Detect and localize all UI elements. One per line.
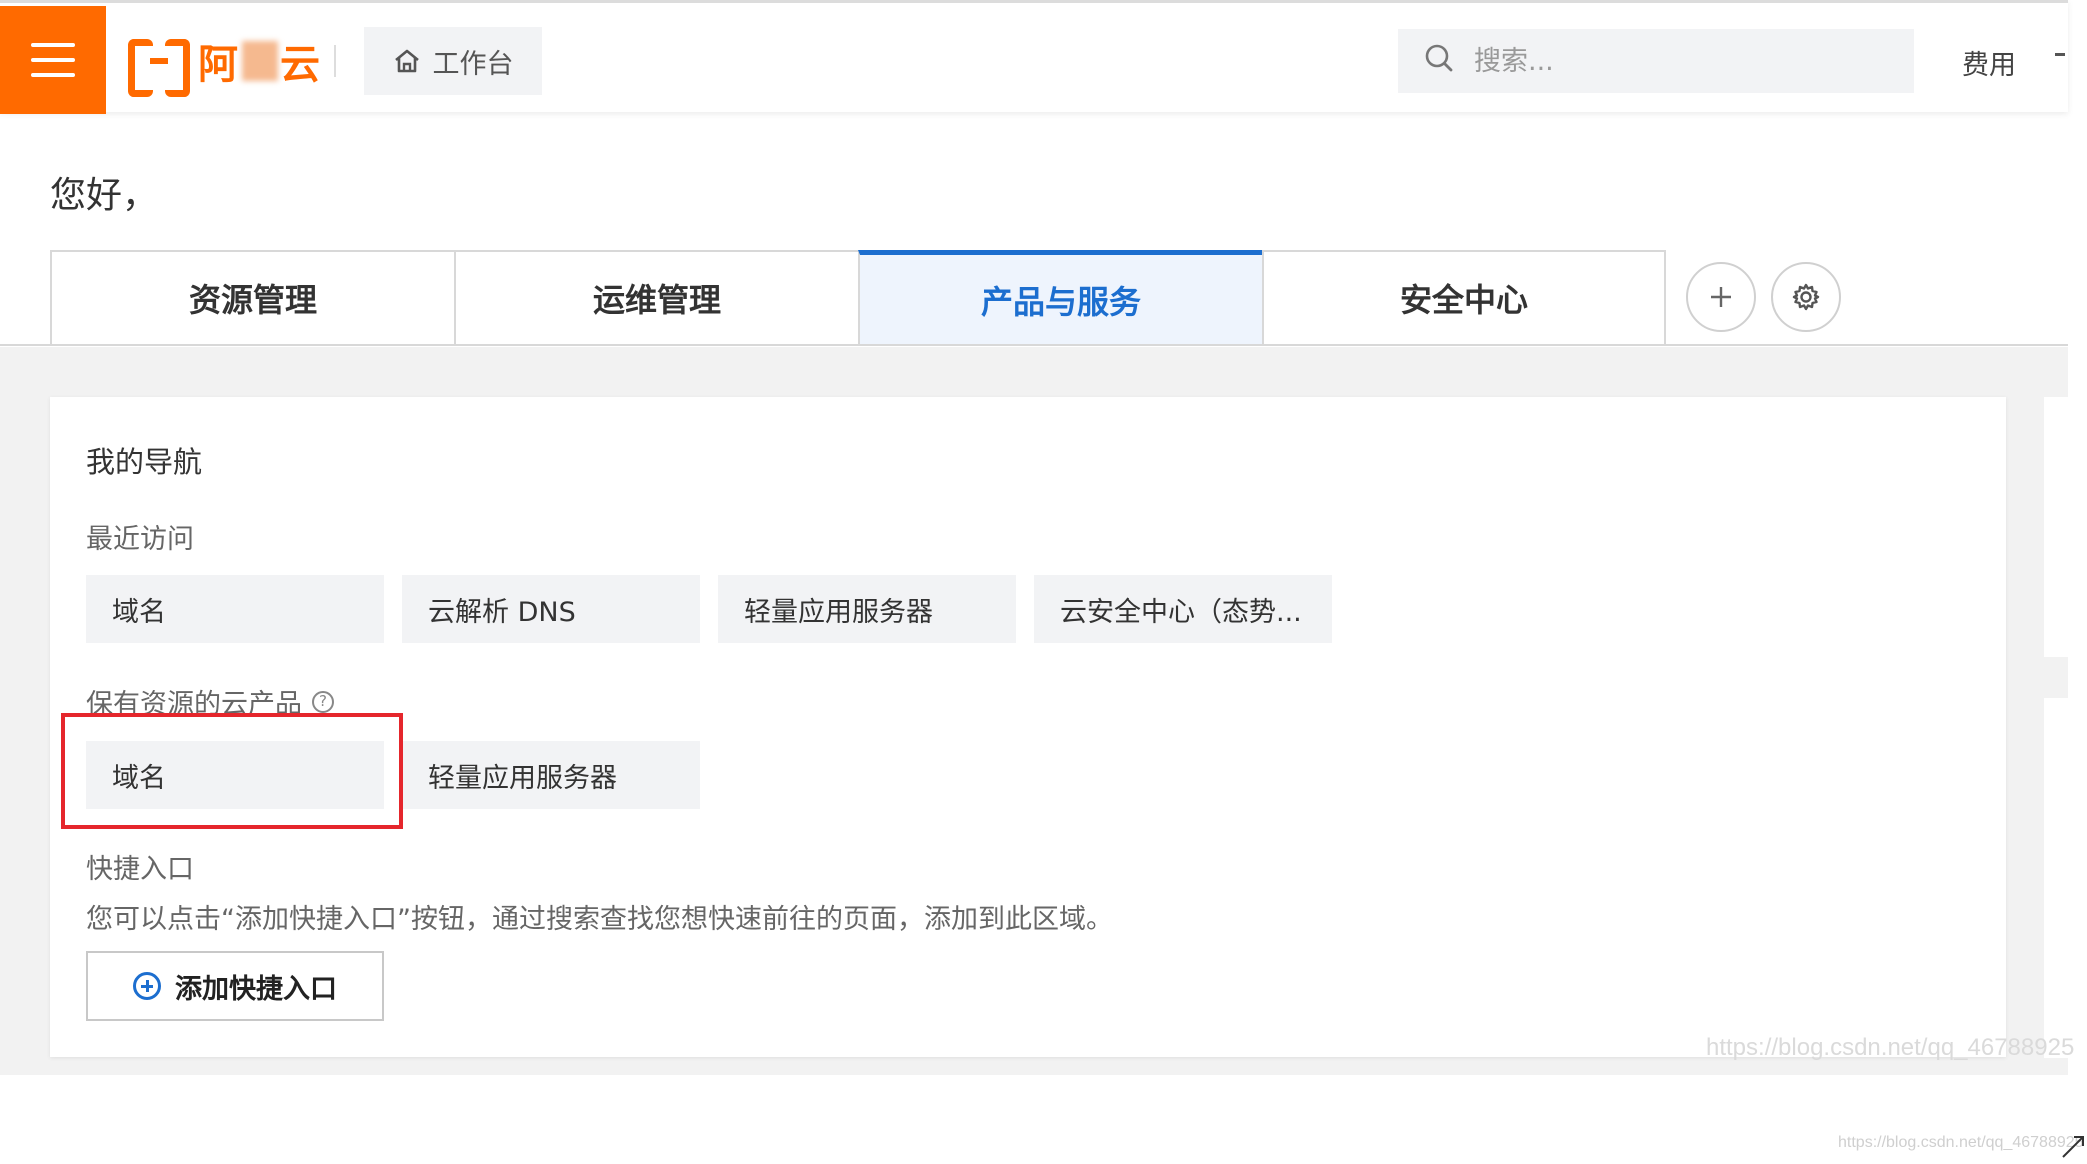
watermark: https://blog.csdn.net/qq_46788925 (1706, 1034, 2075, 1061)
plus-circle-icon (133, 972, 161, 1000)
search-input[interactable] (1472, 44, 1852, 78)
fee-menu[interactable]: 费用 (1962, 43, 2016, 82)
side-card-edge (2044, 397, 2068, 657)
my-navigation-card: 我的导航 最近访问 域名 云解析 DNS 轻量应用服务器 云安全中心（态势...… (50, 397, 2006, 1057)
tab-products-services[interactable]: 产品与服务 (858, 250, 1262, 346)
top-bar: 阿云 工作台 费用 (0, 0, 2068, 114)
recent-visits-list: 域名 云解析 DNS 轻量应用服务器 云安全中心（态势... (86, 575, 1332, 643)
resize-handle-icon (2060, 1134, 2086, 1160)
add-tab-button[interactable] (1686, 262, 1756, 332)
aliyun-logo[interactable]: 阿云 (128, 33, 322, 97)
recent-item-dns[interactable]: 云解析 DNS (402, 575, 700, 643)
tab-resource-management[interactable]: 资源管理 (50, 250, 454, 346)
settings-button[interactable] (1771, 262, 1841, 332)
corner-watermark: https://blog.csdn.net/qq_46788925 (1838, 1134, 2084, 1151)
hamburger-icon (31, 43, 75, 77)
gear-icon (1792, 283, 1820, 311)
recent-item-light-server[interactable]: 轻量应用服务器 (718, 575, 1016, 643)
quick-entry-text: 快捷入口 (86, 854, 194, 885)
logo-blurred-char (242, 41, 278, 81)
recent-visits-text: 最近访问 (86, 524, 194, 555)
add-quick-entry-button[interactable]: 添加快捷入口 (86, 951, 384, 1021)
recent-visits-label: 最近访问 (86, 517, 194, 556)
menu-button[interactable] (0, 6, 106, 114)
search-icon (1424, 43, 1454, 80)
recent-item-security-center[interactable]: 云安全中心（态势... (1034, 575, 1332, 643)
recent-item-domain[interactable]: 域名 (86, 575, 384, 643)
console-app: 阿云 工作台 费用 您好 (0, 0, 2074, 1075)
quick-entry-description: 您可以点击“添加快捷入口”按钮，通过搜索查找您想快速前往的页面，添加到此区域。 (86, 904, 1113, 935)
greeting: 您好， (50, 166, 278, 218)
username-blurred (170, 170, 278, 214)
search-box[interactable] (1398, 29, 1914, 93)
logo-text-first: 阿 (198, 42, 240, 88)
quick-entry-label: 快捷入口 (86, 847, 194, 886)
tab-ops-management[interactable]: 运维管理 (454, 250, 858, 346)
add-quick-entry-label: 添加快捷入口 (175, 973, 337, 1005)
header-divider (334, 45, 336, 77)
side-card-edge-lower (2044, 698, 2068, 1058)
highlight-annotation-box (61, 713, 403, 829)
greeting-text: 您好， (50, 175, 159, 216)
help-icon[interactable]: ? (312, 690, 334, 713)
truncated-menu-edge (2055, 53, 2065, 56)
workbench-label: 工作台 (432, 48, 514, 80)
aliyun-logo-mark-icon (128, 39, 190, 97)
tab-security-center[interactable]: 安全中心 (1262, 250, 1666, 346)
card-title: 我的导航 (86, 445, 203, 479)
owned-item-light-server[interactable]: 轻量应用服务器 (402, 741, 700, 809)
workbench-button[interactable]: 工作台 (364, 27, 542, 95)
main-tabs: 资源管理 运维管理 产品与服务 安全中心 (50, 250, 1666, 346)
logo-text-last: 云 (280, 42, 322, 88)
plus-icon (1711, 287, 1731, 307)
home-icon (393, 48, 421, 74)
